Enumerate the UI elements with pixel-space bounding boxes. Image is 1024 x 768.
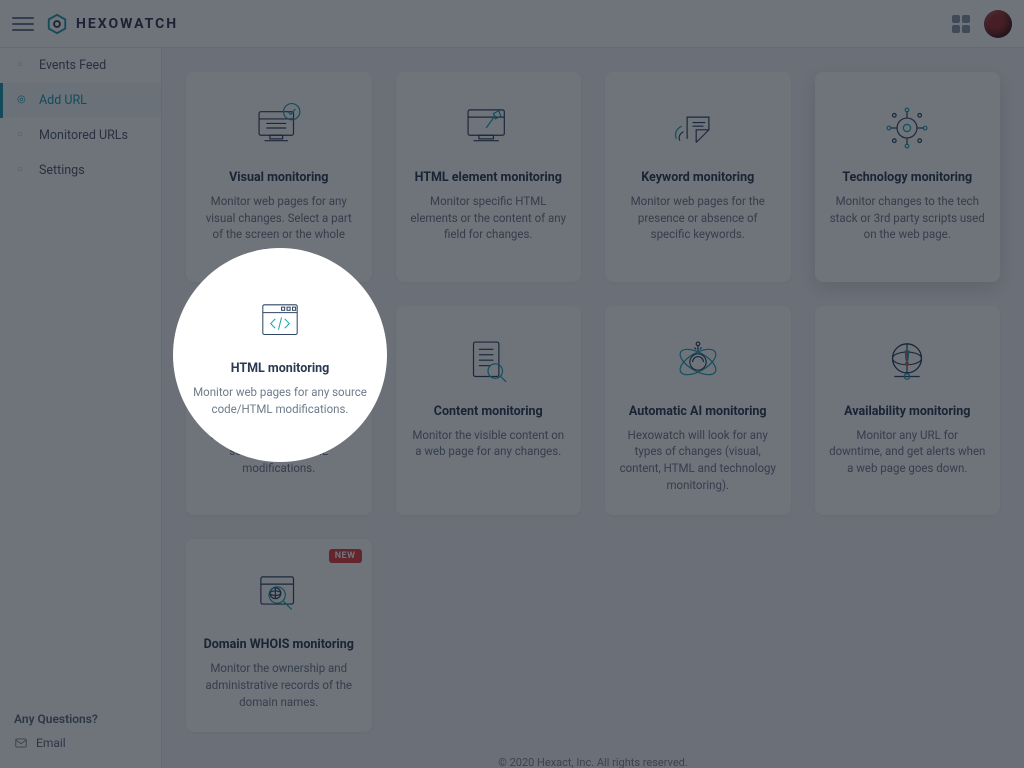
card-title: HTML element monitoring [415, 170, 562, 185]
card-desc: Hexowatch will look for any types of cha… [619, 427, 777, 494]
sidebar-item-events-feed[interactable]: Events Feed [0, 48, 161, 83]
card-technology-monitoring[interactable]: Technology monitoring Monitor changes to … [815, 72, 1001, 282]
new-badge: NEW [329, 549, 362, 563]
email-icon [14, 736, 28, 750]
brand-logo[interactable]: HEXOWATCH [46, 13, 178, 35]
sidebar-item-label: Events Feed [39, 58, 106, 73]
questions-label: Any Questions? [14, 712, 147, 726]
card-keyword-monitoring[interactable]: Keyword monitoring Monitor web pages for … [605, 72, 791, 282]
card-visual-monitoring[interactable]: Visual monitoring Monitor web pages for a… [186, 72, 372, 282]
nav-bullet-icon [17, 94, 31, 108]
card-desc: Monitor the visible content on a web pag… [410, 427, 568, 460]
nav-bullet-icon [17, 129, 31, 143]
card-availability-monitoring[interactable]: Availability monitoring Monitor any URL f… [815, 306, 1001, 516]
main-content: Visual monitoring Monitor web pages for a… [162, 48, 1024, 768]
nav-bullet-icon [17, 164, 31, 178]
card-title: HTML monitoring [229, 404, 328, 419]
card-domain-whois-monitoring[interactable]: NEW Domain WHOIS monitoring Monitor the ow… [186, 539, 372, 732]
keyword-icon [669, 94, 727, 162]
card-title: Technology monitoring [842, 170, 972, 185]
menu-toggle-icon[interactable] [12, 13, 34, 35]
ai-icon [669, 328, 727, 396]
card-content-monitoring[interactable]: Content monitoring Monitor the visible co… [396, 306, 582, 516]
card-title: Availability monitoring [844, 404, 970, 419]
card-title: Automatic AI monitoring [629, 404, 767, 419]
card-desc: Monitor specific HTML elements or the co… [410, 193, 568, 243]
nav-bullet-icon [17, 59, 31, 73]
card-desc: Monitor the ownership and administrative… [200, 660, 358, 710]
email-link[interactable]: Email [14, 736, 147, 750]
card-html-element-monitoring[interactable]: HTML element monitoring Monitor specific … [396, 72, 582, 282]
brand-name: HEXOWATCH [76, 16, 178, 32]
card-desc: Monitor web pages for the presence or ab… [619, 193, 777, 243]
email-label: Email [36, 736, 66, 750]
apps-grid-icon[interactable] [952, 15, 970, 33]
html-monitor-icon [250, 328, 308, 396]
visual-monitor-icon [250, 94, 308, 162]
sidebar-item-label: Add URL [39, 93, 87, 108]
card-desc: Monitor web pages for any source code/HT… [200, 427, 358, 477]
content-icon [459, 328, 517, 396]
availability-icon [878, 328, 936, 396]
footer: © 2020 Hexact, Inc. All rights reserved. [186, 732, 1000, 768]
sidebar-item-settings[interactable]: Settings [0, 153, 161, 188]
sidebar-item-add-url[interactable]: Add URL [0, 83, 161, 118]
card-title: Keyword monitoring [641, 170, 754, 185]
card-title: Domain WHOIS monitoring [204, 637, 354, 652]
card-desc: Monitor changes to the tech stack or 3rd… [829, 193, 987, 243]
sidebar-item-label: Settings [39, 163, 85, 178]
sidebar: Events Feed Add URL Monitored URLs Settings… [0, 48, 162, 768]
card-title: Visual monitoring [229, 170, 328, 185]
card-automatic-ai-monitoring[interactable]: Automatic AI monitoring Hexowatch will lo… [605, 306, 791, 516]
avatar[interactable] [984, 10, 1012, 38]
sidebar-item-label: Monitored URLs [39, 128, 128, 143]
whois-icon [250, 561, 308, 629]
monitoring-cards-grid: Visual monitoring Monitor web pages for a… [186, 72, 1000, 732]
card-desc: Monitor any URL for downtime, and get al… [829, 427, 987, 477]
hexowatch-logo-icon [46, 13, 68, 35]
card-html-monitoring[interactable]: HTML monitoring Monitor web pages for any… [186, 306, 372, 516]
sidebar-item-monitored-urls[interactable]: Monitored URLs [0, 118, 161, 153]
topbar: HEXOWATCH [0, 0, 1024, 48]
html-element-icon [459, 94, 517, 162]
card-title: Content monitoring [434, 404, 543, 419]
technology-icon [878, 94, 936, 162]
card-desc: Monitor web pages for any visual changes… [200, 193, 358, 260]
